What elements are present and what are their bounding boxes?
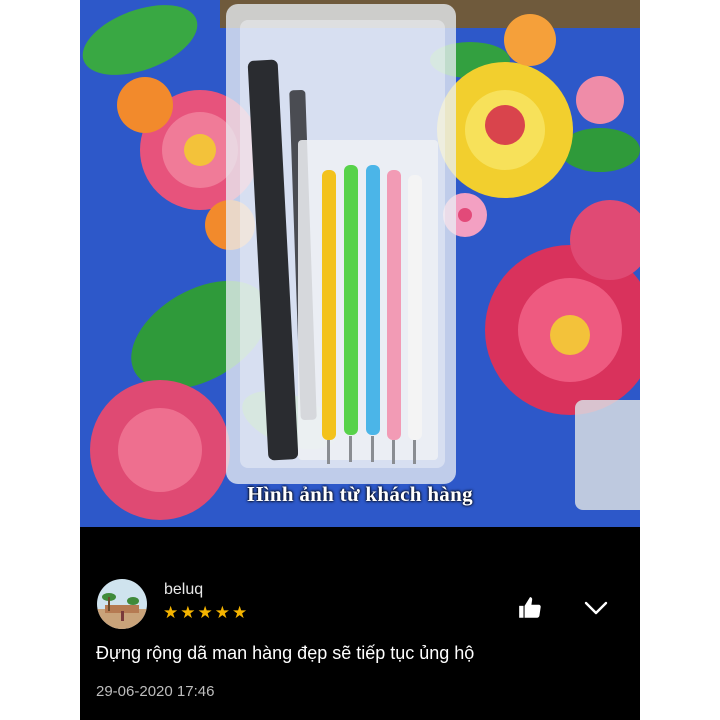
chevron-down-icon [584,601,608,615]
review-panel: beluq ★★★★★ Đựng rộng dã man hàng đẹp sẽ… [80,527,640,720]
review-timestamp: 29-06-2020 17:46 [96,683,215,700]
like-button[interactable] [517,595,543,621]
star-icon: ★ [163,603,180,622]
rating-stars: ★★★★★ [163,603,249,623]
expand-button[interactable] [583,597,609,619]
review-image-viewer: Hình ảnh từ khách hàng beluq ★★★★★ Đựng … [80,0,640,720]
star-icon: ★ [197,603,214,622]
avatar[interactable] [97,579,147,629]
reviewer-username[interactable]: beluq [164,581,203,599]
star-icon: ★ [214,603,231,622]
star-icon: ★ [180,603,197,622]
star-icon: ★ [232,603,249,622]
photo-caption: Hình ảnh từ khách hàng [247,482,473,506]
thumbs-up-icon [519,597,541,618]
photo-illustration [80,0,640,527]
review-comment: Đựng rộng dã man hàng đẹp sẽ tiếp tục ủn… [96,643,475,663]
customer-photo[interactable]: Hình ảnh từ khách hàng [80,0,640,527]
avatar-image [97,579,147,629]
